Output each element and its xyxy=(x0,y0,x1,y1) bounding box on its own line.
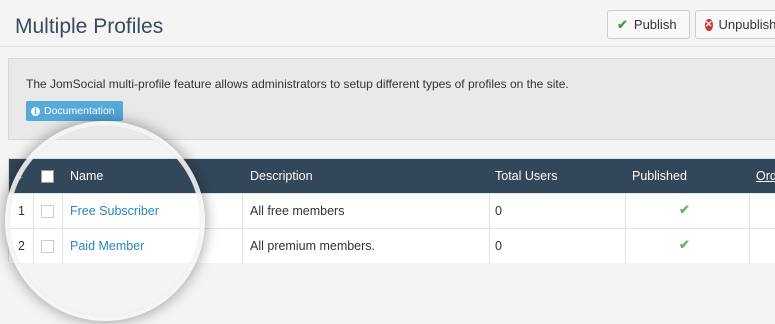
profile-name-link[interactable]: Free Subscriber xyxy=(70,204,159,218)
page: Multiple Profiles ✔ Publish ✕ Unpublish … xyxy=(0,0,775,324)
profiles-table: # Name Description Total Users Published… xyxy=(8,158,775,264)
documentation-button[interactable]: i Documentation xyxy=(26,101,123,121)
column-published: Published xyxy=(632,169,687,183)
row-checkbox[interactable] xyxy=(41,205,54,218)
column-ordering-link[interactable]: Ordering xyxy=(756,169,775,183)
column-name: Name xyxy=(70,169,104,183)
row-checkbox[interactable] xyxy=(41,240,54,253)
profile-total-users: 0 xyxy=(495,239,502,253)
info-circle-icon: i xyxy=(31,106,40,116)
column-divider xyxy=(33,194,34,229)
documentation-label: Documentation xyxy=(44,105,115,117)
check-icon: ✔ xyxy=(617,16,628,32)
info-panel: The JomSocial multi-profile feature allo… xyxy=(8,58,775,140)
profile-description: All free members xyxy=(250,204,345,218)
page-header: Multiple Profiles ✔ Publish ✕ Unpublish xyxy=(0,0,775,46)
column-divider xyxy=(489,194,490,229)
select-all-checkbox[interactable] xyxy=(41,170,54,183)
published-check-icon[interactable]: ✔ xyxy=(679,237,690,253)
column-divider xyxy=(625,229,626,264)
table-row: 2 Paid Member All premium members. 0 ✔ xyxy=(9,228,775,264)
x-circle-icon: ✕ xyxy=(705,18,713,31)
table-header: # Name Description Total Users Published… xyxy=(9,159,775,193)
unpublish-label: Unpublish xyxy=(718,17,775,32)
column-hash: # xyxy=(16,169,23,183)
profile-description: All premium members. xyxy=(250,239,376,253)
column-divider xyxy=(62,229,63,264)
unpublish-button[interactable]: ✕ Unpublish xyxy=(695,10,775,39)
table-row: 1 Free Subscriber All free members 0 ✔ xyxy=(9,193,775,229)
info-text: The JomSocial multi-profile feature allo… xyxy=(26,77,569,91)
column-divider xyxy=(749,229,750,264)
column-divider xyxy=(33,229,34,264)
profile-name-link[interactable]: Paid Member xyxy=(70,239,144,253)
column-description: Description xyxy=(250,169,313,183)
column-total-users: Total Users xyxy=(495,169,558,183)
column-divider xyxy=(242,194,243,229)
profile-total-users: 0 xyxy=(495,204,502,218)
row-number: 1 xyxy=(18,204,25,218)
column-divider xyxy=(62,194,63,229)
column-divider xyxy=(749,194,750,229)
header-divider xyxy=(0,46,775,47)
publish-button[interactable]: ✔ Publish xyxy=(607,10,690,39)
column-divider xyxy=(625,194,626,229)
page-title: Multiple Profiles xyxy=(15,15,164,38)
row-number: 2 xyxy=(18,239,25,253)
column-divider xyxy=(489,229,490,264)
column-divider xyxy=(242,229,243,264)
publish-label: Publish xyxy=(633,17,677,32)
published-check-icon[interactable]: ✔ xyxy=(679,202,690,218)
